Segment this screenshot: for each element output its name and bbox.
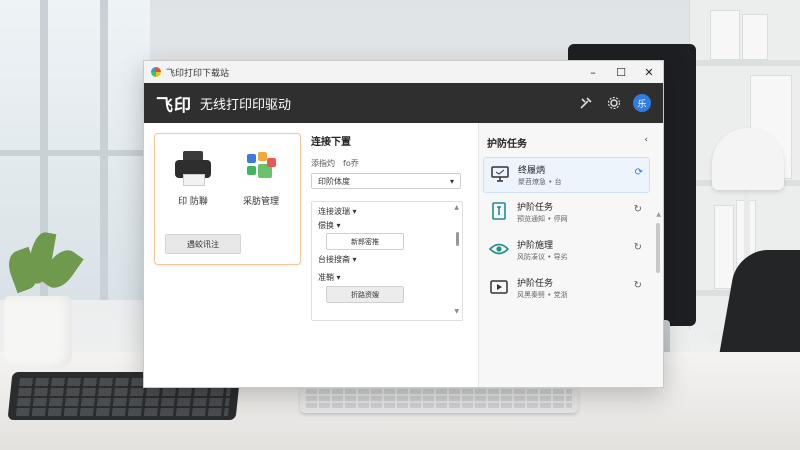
- print-quality-select[interactable]: 印阶体度 ▾: [311, 173, 461, 189]
- task-item[interactable]: 护阶任务 预览通知 • 停网 ↻: [483, 195, 648, 229]
- title-bar[interactable]: 飞印打印下载站 – ☐ ✕: [144, 61, 663, 83]
- row-label-left: 添指灼: [311, 159, 335, 168]
- task-subtitle: 聚苕燎急 • 台: [518, 178, 562, 186]
- sync-icon[interactable]: ⟳: [635, 167, 643, 178]
- close-button[interactable]: ✕: [635, 61, 663, 83]
- option-line-1[interactable]: 连接波瑞 ▾: [318, 206, 357, 217]
- option-button-2[interactable]: 折路资嫂: [326, 286, 404, 303]
- desk-lamp: [712, 128, 784, 190]
- option-button-1[interactable]: 新郎密推: [326, 233, 404, 250]
- options-box: 连接波瑞 ▾ 偿换 ▾ 新郎密推 台接搜斋 ▾ 准鞘 ▾ 折路资嫂 ▲ ▼: [311, 201, 463, 321]
- apps-icon: [241, 148, 281, 188]
- play-icon: [489, 278, 509, 296]
- minimize-button[interactable]: –: [579, 61, 607, 83]
- window-title: 飞印打印下载站: [166, 68, 230, 79]
- task-item[interactable]: 护阶施理 风防凑议 • 导劣 ↻: [483, 233, 648, 267]
- scroll-up-icon[interactable]: ▲: [454, 204, 459, 211]
- printer-tile-label: 印 防聯: [178, 197, 208, 207]
- tasks-panel: 护防任务 ‹ 终履炳 聚苕燎急 • 台 ⟳ 护阶任务 预览通知 • 停网 ↻ 护…: [478, 123, 663, 387]
- connection-heading: 连接下置: [311, 137, 351, 148]
- option-line-2[interactable]: 偿换 ▾: [318, 220, 341, 231]
- task-subtitle: 风黑秦劈 • 党浙: [517, 291, 568, 299]
- eye-icon: [489, 240, 509, 258]
- task-title: 终履炳: [518, 166, 546, 176]
- chevron-down-icon: ▾: [449, 176, 454, 186]
- task-title: 护阶任务: [517, 279, 554, 289]
- brand-name: 飞印: [156, 95, 192, 116]
- plant-pot: [4, 296, 72, 368]
- connection-settings-panel: 连接下置 添指灼 fo乔 印阶体度 ▾ 连接波瑞 ▾ 偿换 ▾ 新郎密推 台接搜…: [311, 133, 463, 321]
- monitor-icon: [490, 165, 510, 183]
- refresh-icon[interactable]: ↻: [634, 280, 642, 291]
- apps-tile-label: 采肪管理: [242, 197, 279, 207]
- task-subtitle: 风防凑议 • 导劣: [517, 253, 568, 261]
- scroll-down-icon[interactable]: ▼: [454, 308, 459, 315]
- task-item[interactable]: 护阶任务 风黑秦劈 • 党浙 ↻: [483, 271, 648, 305]
- scroll-up-icon[interactable]: ▲: [656, 211, 661, 218]
- printer-tile[interactable]: 印 防聯: [163, 148, 223, 207]
- status-button[interactable]: 遇蛟讯注: [165, 234, 241, 254]
- document-icon: [489, 202, 509, 220]
- collapse-icon[interactable]: ‹: [644, 135, 648, 145]
- printer-icon: [173, 148, 213, 188]
- header-subtitle: 无线打印印驱动: [200, 97, 292, 113]
- tasks-scrollbar[interactable]: [656, 223, 660, 273]
- row-label-right: fo乔: [343, 159, 359, 168]
- task-item[interactable]: 终履炳 聚苕燎急 • 台 ⟳: [483, 157, 650, 193]
- window-controls: – ☐ ✕: [579, 61, 663, 83]
- task-title: 护阶施理: [517, 241, 554, 251]
- task-subtitle: 预览通知 • 停网: [517, 215, 568, 223]
- header-actions: 乐: [577, 94, 651, 112]
- app-logo-icon: [151, 67, 161, 77]
- background-keyboard-white: [300, 385, 578, 413]
- connection-row: 添指灼 fo乔: [311, 158, 463, 169]
- option-line-3[interactable]: 台接搜斋 ▾: [318, 254, 357, 265]
- maximize-button[interactable]: ☐: [607, 61, 635, 83]
- options-scrollbar[interactable]: [456, 232, 459, 246]
- refresh-icon[interactable]: ↻: [634, 204, 642, 215]
- tasks-heading: 护防任务: [487, 139, 527, 150]
- app-header: 飞印 无线打印印驱动 乐: [144, 83, 663, 123]
- task-title: 护阶任务: [517, 203, 554, 213]
- apps-tile[interactable]: 采肪管理: [231, 148, 291, 207]
- option-line-4[interactable]: 准鞘 ▾: [318, 272, 341, 283]
- refresh-icon[interactable]: ↻: [634, 242, 642, 253]
- gear-icon[interactable]: [605, 94, 623, 112]
- tools-icon[interactable]: [577, 94, 595, 112]
- app-window: 飞印打印下载站 – ☐ ✕ 飞印 无线打印印驱动 乐 印 防聯 采肪管理 遇蛟讯…: [143, 60, 664, 388]
- avatar[interactable]: 乐: [633, 94, 651, 112]
- select-value: 印阶体度: [318, 176, 350, 186]
- device-card: 印 防聯 采肪管理 遇蛟讯注: [154, 133, 301, 265]
